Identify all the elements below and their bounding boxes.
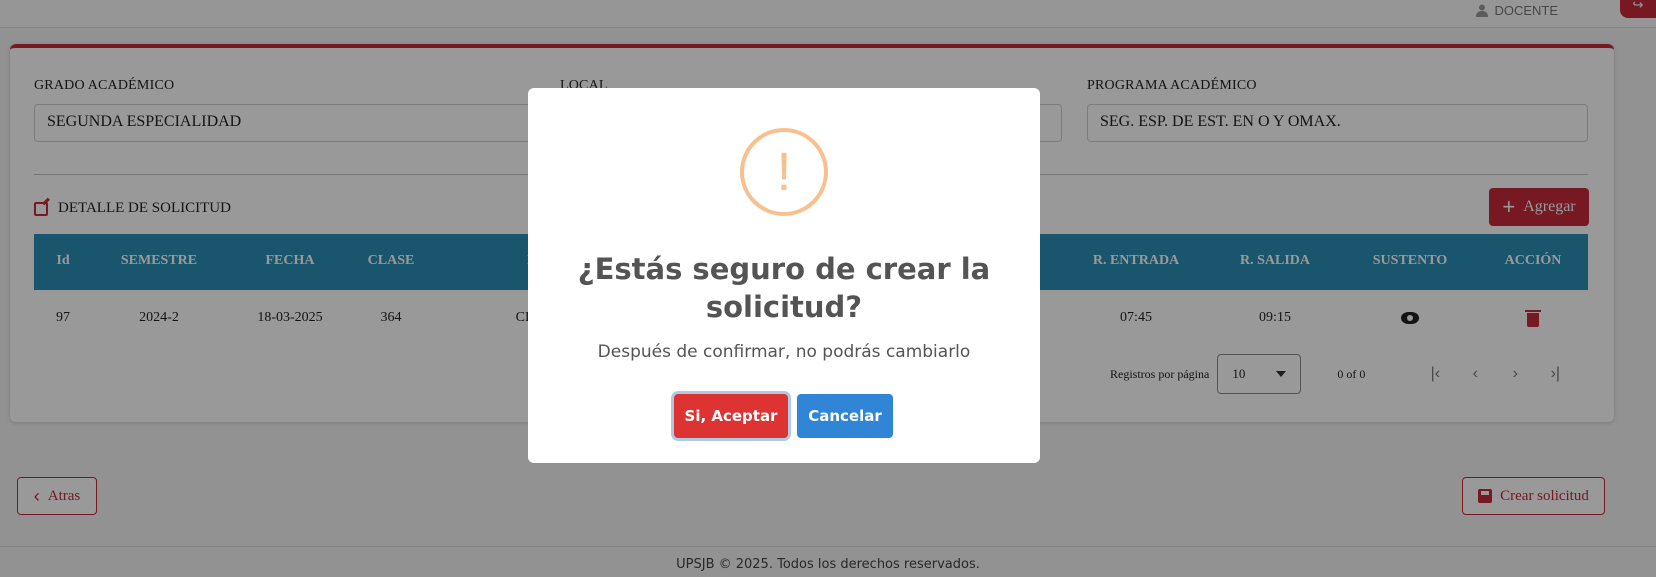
dialog-title: ¿Estás seguro de crear la solicitud?	[577, 252, 991, 324]
confirm-dialog: ! ¿Estás seguro de crear la solicitud? D…	[528, 88, 1040, 463]
warning-icon-glyph: !	[776, 142, 792, 202]
dialog-text: Después de confirmar, no podrás cambiarl…	[597, 342, 971, 362]
cancel-button[interactable]: Cancelar	[797, 394, 893, 438]
warning-icon: !	[740, 128, 828, 216]
confirm-button[interactable]: Si, Aceptar	[674, 394, 788, 438]
